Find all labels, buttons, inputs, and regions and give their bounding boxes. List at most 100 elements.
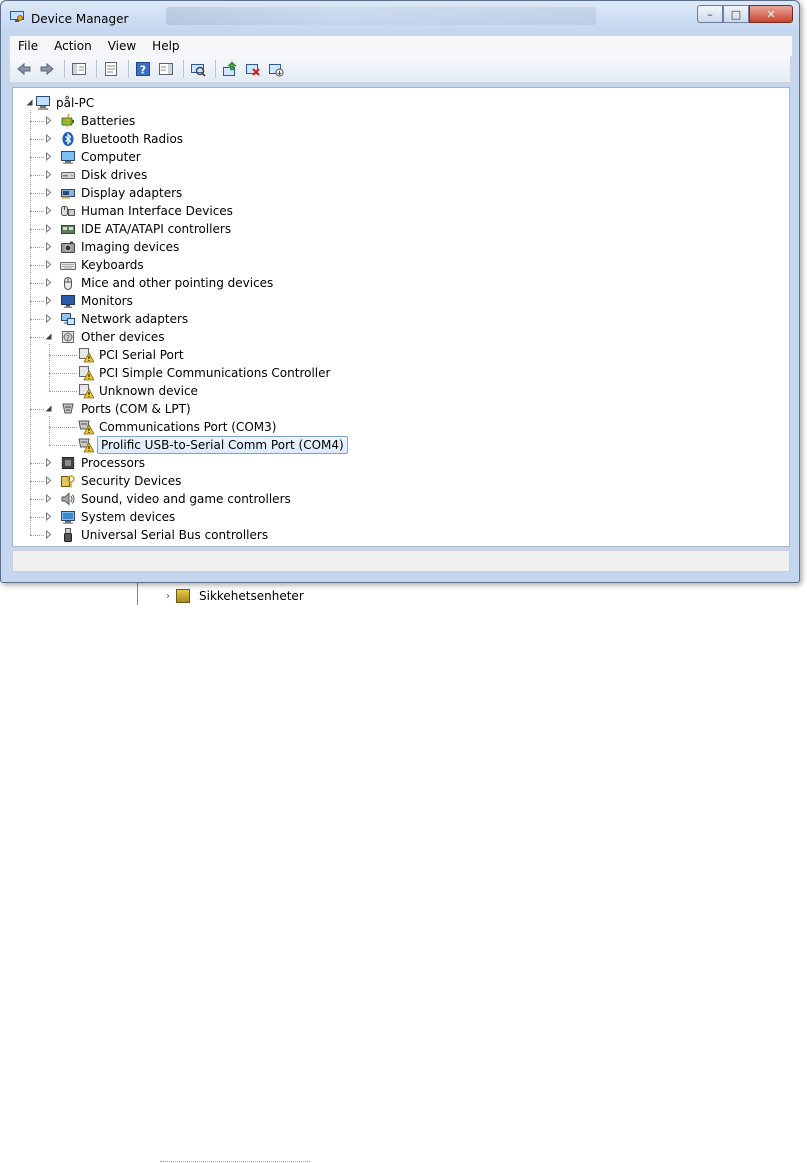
- tree-device[interactable]: PCI Simple Communications Controller: [78, 364, 332, 382]
- tree-category[interactable]: Processors: [44, 454, 147, 472]
- tree-collapse-icon[interactable]: [44, 404, 53, 413]
- tree-category[interactable]: System devices: [44, 508, 177, 526]
- help-icon: ?: [135, 61, 151, 77]
- update-driver-icon: [222, 61, 238, 77]
- menu-action[interactable]: Action: [46, 36, 100, 56]
- tree-collapse-icon[interactable]: [44, 332, 53, 341]
- background-tree-item[interactable]: › Sikkehetsenheter: [166, 589, 304, 603]
- tree-device[interactable]: Communications Port (COM3): [78, 418, 278, 436]
- show-action-pane-button[interactable]: [156, 59, 176, 79]
- menu-file[interactable]: File: [10, 36, 46, 56]
- menu-view[interactable]: View: [100, 36, 144, 56]
- svg-text:?: ?: [66, 334, 70, 342]
- tree-expand-icon[interactable]: [44, 512, 53, 521]
- tree-connector: [30, 157, 44, 158]
- forward-button[interactable]: [37, 59, 57, 79]
- tree-expand-icon[interactable]: [44, 134, 53, 143]
- warning-device-icon: [78, 347, 94, 363]
- tree-connector: [30, 283, 44, 284]
- tree-expand-icon[interactable]: [44, 242, 53, 251]
- toolbar: ?: [9, 56, 791, 83]
- tree-category[interactable]: Computer: [44, 148, 143, 166]
- toolbar-separator: [96, 60, 97, 78]
- bluetooth-icon: [60, 131, 76, 147]
- tree-item-label: Computer: [81, 150, 141, 164]
- menu-help[interactable]: Help: [144, 36, 187, 56]
- tree-collapse-icon[interactable]: [25, 98, 34, 107]
- device-tree[interactable]: pål-PC Batteries Bluetooth Radios Computer D…: [12, 87, 790, 547]
- tree-category[interactable]: Mice and other pointing devices: [44, 274, 275, 292]
- tree-connector: [30, 463, 44, 464]
- show-hide-console-tree-button[interactable]: [69, 59, 89, 79]
- tree-category[interactable]: Network adapters: [44, 310, 190, 328]
- tree-device-selected[interactable]: Prolific USB-to-Serial Comm Port (COM4): [78, 436, 348, 454]
- tree-expand-icon[interactable]: [44, 224, 53, 233]
- tree-item-label: Batteries: [81, 114, 136, 128]
- display-adapter-icon: [60, 185, 76, 201]
- status-bar: [12, 550, 790, 572]
- tree-category[interactable]: Security Devices: [44, 472, 183, 490]
- tree-category[interactable]: Batteries: [44, 112, 137, 130]
- tree-connector: [49, 355, 77, 356]
- tree-expand-icon[interactable]: [44, 152, 53, 161]
- tree-category[interactable]: Human Interface Devices: [44, 202, 235, 220]
- scan-hardware-button[interactable]: [188, 59, 208, 79]
- minimize-button[interactable]: –: [697, 5, 723, 23]
- warning-port-icon: [78, 419, 94, 435]
- tree-device[interactable]: Unknown device: [78, 382, 200, 400]
- maximize-icon: □: [730, 7, 742, 21]
- tree-category[interactable]: IDE ATA/ATAPI controllers: [44, 220, 233, 238]
- toolbar-separator: [183, 60, 184, 78]
- port-icon: [60, 401, 76, 417]
- close-button[interactable]: ✕: [749, 5, 793, 23]
- tree-connector: [30, 301, 44, 302]
- tree-expand-icon[interactable]: [44, 116, 53, 125]
- tree-category[interactable]: ? Other devices: [44, 328, 167, 346]
- tree-connector: [30, 409, 44, 410]
- help-button[interactable]: ?: [133, 59, 153, 79]
- tree-root[interactable]: pål-PC: [25, 94, 96, 112]
- tree-category[interactable]: Imaging devices: [44, 238, 181, 256]
- tree-category[interactable]: Keyboards: [44, 256, 146, 274]
- tree-expand-icon[interactable]: [44, 170, 53, 179]
- maximize-button[interactable]: □: [723, 5, 749, 23]
- tree-expand-icon[interactable]: [44, 296, 53, 305]
- tree-connector: [30, 193, 44, 194]
- close-icon: ✕: [766, 7, 776, 21]
- disable-button[interactable]: [266, 59, 286, 79]
- tree-item-label: Sound, video and game controllers: [81, 492, 291, 506]
- tree-item-label: Disk drives: [81, 168, 148, 182]
- tree-expand-icon[interactable]: [44, 476, 53, 485]
- tree-item-label: PCI Serial Port: [99, 348, 184, 362]
- tree-expand-icon[interactable]: [44, 458, 53, 467]
- uninstall-button[interactable]: [243, 59, 263, 79]
- tree-expand-icon[interactable]: [44, 530, 53, 539]
- tree-expand-icon[interactable]: [44, 260, 53, 269]
- properties-button[interactable]: [101, 59, 121, 79]
- tree-connector: [30, 499, 44, 500]
- tree-category[interactable]: Bluetooth Radios: [44, 130, 185, 148]
- tree-expand-icon[interactable]: [44, 314, 53, 323]
- tree-category[interactable]: Disk drives: [44, 166, 149, 184]
- usb-icon: [60, 527, 76, 543]
- back-button[interactable]: [14, 59, 34, 79]
- tree-connector: [49, 445, 77, 446]
- ide-controller-icon: [60, 221, 76, 237]
- tree-category[interactable]: Ports (COM & LPT): [44, 400, 193, 418]
- update-driver-button[interactable]: [220, 59, 240, 79]
- tree-device[interactable]: PCI Serial Port: [78, 346, 186, 364]
- tree-expand-icon[interactable]: [44, 494, 53, 503]
- properties-icon: [103, 61, 119, 77]
- device-manager-app-icon: [10, 11, 24, 22]
- chevron-right-icon[interactable]: ›: [166, 591, 170, 602]
- tree-connector: [30, 139, 44, 140]
- tree-item-label: Unknown device: [99, 384, 198, 398]
- tree-category[interactable]: Sound, video and game controllers: [44, 490, 293, 508]
- title-bar[interactable]: Device Manager – □ ✕: [1, 1, 799, 33]
- tree-category[interactable]: Display adapters: [44, 184, 184, 202]
- tree-category[interactable]: Monitors: [44, 292, 135, 310]
- tree-expand-icon[interactable]: [44, 188, 53, 197]
- tree-expand-icon[interactable]: [44, 206, 53, 215]
- tree-category[interactable]: Universal Serial Bus controllers: [44, 526, 270, 544]
- tree-expand-icon[interactable]: [44, 278, 53, 287]
